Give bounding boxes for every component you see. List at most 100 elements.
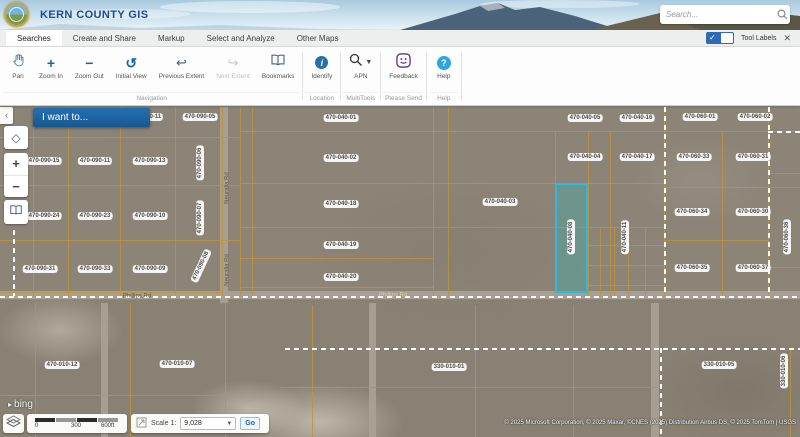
scale-label: Scale 1: (151, 420, 176, 427)
parcel-label[interactable]: 330-010-06 (780, 354, 788, 389)
parcel-label[interactable]: 470-010-12 (45, 361, 80, 369)
parcel-label[interactable]: 470-090-24 (27, 212, 62, 220)
parcel-label[interactable]: 470-010-07 (160, 360, 195, 368)
tab-markup[interactable]: Markup (147, 30, 196, 46)
feedback-icon (396, 53, 411, 73)
bookmarks-button[interactable]: Bookmarks (256, 52, 301, 82)
parcel-label[interactable]: 470-090-05 (183, 113, 218, 121)
parcel-label[interactable]: 470-090-06 (196, 146, 204, 181)
pan-button-label: Pan (12, 73, 24, 80)
help-button[interactable]: ?Help (429, 52, 459, 82)
parcel-label[interactable]: 470-090-23 (78, 212, 113, 220)
initial-view-icon: ↺ (125, 56, 137, 70)
parcel-label[interactable]: 470-090-33 (78, 265, 113, 273)
map-bookmarks-button[interactable] (4, 200, 28, 224)
parcel-label[interactable]: 470-090-07 (196, 201, 204, 236)
parcel-boundary-line (312, 305, 313, 437)
scale-go-button[interactable]: Go (240, 417, 260, 430)
parcel-label[interactable]: 470-060-33 (677, 153, 712, 161)
parcel-label[interactable]: 470-090-08 (190, 249, 212, 284)
sidebar-collapse-button[interactable]: ‹ (0, 107, 13, 124)
road-line (369, 303, 376, 437)
parcel-label[interactable]: 470-040-01 (324, 114, 359, 122)
parcel-label[interactable]: 470-060-36 (783, 220, 791, 255)
parcel-label[interactable]: 470-060-35 (675, 264, 710, 272)
parcel-label[interactable]: 470-040-11 (621, 220, 629, 254)
pan-button[interactable]: Pan (3, 52, 33, 82)
overview-map-button[interactable] (3, 414, 24, 433)
diamond-extent-icon: ◇ (11, 131, 20, 145)
parcel-boundary-line (664, 187, 800, 188)
map-zoom-out-button[interactable]: − (4, 176, 28, 198)
parcel-label[interactable]: 470-090-15 (27, 157, 62, 165)
parcel-label[interactable]: 470-040-04 (568, 153, 603, 161)
tool-labels-toggle[interactable]: ✓ (706, 32, 734, 44)
parcel-label[interactable]: 470-090-31 (23, 265, 58, 273)
map-zoom-control: + − (4, 153, 28, 197)
parcel-boundary-line (240, 227, 664, 228)
parcel-label[interactable]: 470-040-08 (567, 220, 575, 255)
identify-button[interactable]: i Identify (305, 52, 338, 82)
tab-searches[interactable]: Searches (6, 30, 62, 46)
parcel-boundary-line (240, 183, 664, 184)
toolbar-group-name: Navigation (3, 92, 300, 105)
zoom-out-button[interactable]: −Zoom Out (69, 52, 110, 82)
parcel-boundary-line (252, 107, 253, 296)
parcel-label[interactable]: 470-060-30 (736, 208, 771, 216)
parcel-label[interactable]: 470-090-10 (133, 212, 168, 220)
previous-extent-icon: ↩ (176, 56, 187, 69)
zoom-in-button[interactable]: +Zoom In (33, 52, 69, 82)
search-icon[interactable] (774, 9, 790, 20)
tab-select-and-analyze[interactable]: Select and Analyze (196, 30, 286, 46)
parcel-boundary-line (222, 107, 223, 296)
feedback-button[interactable]: Feedback (383, 52, 424, 82)
parcel-label[interactable]: 470-090-11 (78, 157, 112, 165)
parcel-label[interactable]: 470-060-34 (675, 208, 710, 216)
apn-button-label: APN (354, 73, 367, 80)
parcel-boundary-line (433, 107, 434, 296)
default-extent-button[interactable]: ◇ (4, 126, 28, 149)
apn-button[interactable]: ▼APN (343, 52, 378, 82)
toolbar-group-please-send: FeedbackPlease Send (383, 47, 424, 105)
parcel-boundary-line (448, 107, 449, 296)
tab-other-maps[interactable]: Other Maps (286, 30, 350, 46)
parcel-label[interactable]: 470-040-05 (568, 114, 603, 122)
parcel-label[interactable]: 470-060-31 (736, 153, 771, 161)
parcel-boundary-line (722, 131, 723, 296)
parcel-label[interactable]: 330-010-05 (702, 361, 737, 369)
parcel-label[interactable]: 470-060-01 (683, 113, 718, 121)
scale-select[interactable]: 9,028 ▼ (180, 417, 236, 430)
parcel-label[interactable]: 470-090-13 (133, 157, 168, 165)
parcel-label[interactable]: 470-040-17 (620, 153, 655, 161)
parcel-label[interactable]: 470-040-20 (324, 273, 359, 281)
initial-view-button[interactable]: ↺ Initial View (110, 52, 153, 82)
parcel-label[interactable]: 470-060-02 (738, 113, 773, 121)
road-label: Phillips Rd (379, 293, 407, 300)
identify-icon: i (315, 56, 328, 69)
search-input[interactable] (660, 10, 774, 19)
help-icon: ? (437, 56, 451, 70)
district-boundary-dashed-line (13, 230, 15, 296)
parcel-label[interactable]: 470-040-19 (324, 241, 359, 249)
parcel-label[interactable]: 470-060-37 (736, 264, 771, 272)
previous-extent-button-label: Previous Extent (159, 73, 205, 80)
kern-county-seal-logo (4, 2, 29, 27)
parcel-label[interactable]: 470-040-16 (620, 114, 655, 122)
next-extent-icon: ↪ (228, 56, 239, 69)
tab-create-and-share[interactable]: Create and Share (62, 30, 147, 46)
i-want-to-button[interactable]: I want to... (33, 108, 150, 127)
parcel-boundary-line (0, 137, 240, 138)
parcel-boundary-line (610, 131, 611, 296)
initial-view-button-label: Initial View (116, 73, 147, 80)
parcel-label[interactable]: 470-040-18 (324, 200, 359, 208)
district-boundary-dashed-line (285, 348, 800, 350)
parcel-label[interactable]: 330-010-01 (432, 363, 467, 371)
identify-button-label: Identify (311, 73, 332, 80)
parcel-label[interactable]: 470-040-02 (324, 154, 359, 162)
parcel-label[interactable]: 470-040-03 (483, 198, 518, 206)
scale-control: Scale 1: 9,028 ▼ Go (131, 414, 269, 433)
map-zoom-in-button[interactable]: + (4, 153, 28, 176)
parcel-label[interactable]: 470-090-09 (133, 265, 168, 273)
previous-extent-button[interactable]: ↩ Previous Extent (153, 52, 211, 82)
close-icon[interactable]: ✕ (783, 34, 791, 43)
